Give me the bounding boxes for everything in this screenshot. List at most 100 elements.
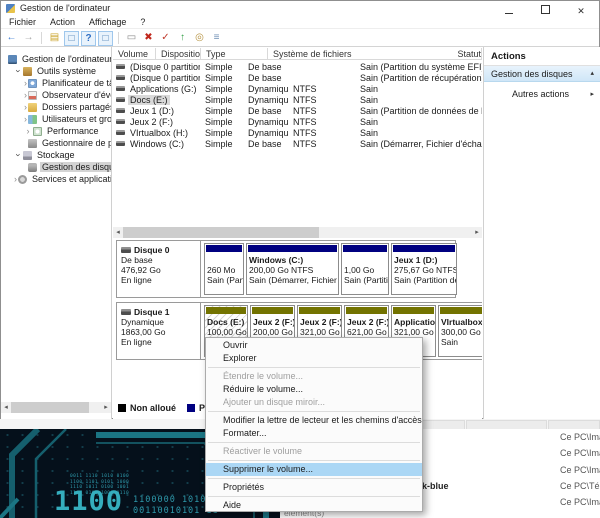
column-header[interactable]: Disposition bbox=[156, 48, 201, 59]
column-header[interactable]: Type bbox=[201, 48, 268, 59]
chevron-icon[interactable] bbox=[24, 78, 27, 88]
sidebar-item[interactable]: Gestionnaire de périphé bbox=[1, 137, 111, 149]
column-header[interactable]: Système de fichiers bbox=[268, 48, 452, 59]
table-row[interactable]: Jeux 1 (D:) Simple De base NTFS Sain (Pa… bbox=[113, 105, 482, 116]
partition[interactable]: 1,00 Go Sain (Partitio bbox=[341, 243, 389, 295]
scrollbar-thumb[interactable] bbox=[11, 402, 89, 413]
partition-status: Sain (Partition de donnée bbox=[392, 275, 456, 285]
toolbar-icon[interactable]: ✖ bbox=[141, 31, 156, 46]
toolbar-icon[interactable]: □ bbox=[98, 31, 113, 46]
sidebar-item-label: Gestion des disques bbox=[40, 162, 112, 172]
explorer-item[interactable]: Ce PC\Imag bbox=[560, 497, 600, 513]
table-row[interactable]: VIrtualbox (H:) Simple Dynamique NTFS Sa… bbox=[113, 127, 482, 138]
toolbar-icon[interactable]: □ bbox=[64, 31, 79, 46]
toolbar-icon[interactable]: ≡ bbox=[209, 31, 224, 46]
sidebar-item-label: Performance bbox=[45, 126, 101, 136]
partition[interactable]: Windows (C:) 200,00 Go NTFS Sain (Démarr… bbox=[246, 243, 339, 295]
volume-status: Sain (Partition de récupération) bbox=[355, 73, 482, 83]
explorer-item[interactable]: Ce PC\Imag bbox=[560, 448, 600, 464]
chevron-icon[interactable] bbox=[24, 90, 27, 100]
actions-group-header[interactable]: Gestion des disques ▴ bbox=[484, 66, 600, 82]
context-menu-item[interactable]: Supprimer le volume... bbox=[206, 463, 422, 476]
toolbar-icon[interactable]: ↑ bbox=[175, 31, 190, 46]
sidebar-item[interactable]: Utilisateurs et groupes l bbox=[1, 113, 111, 125]
toolbar-icon[interactable]: ◎ bbox=[192, 31, 207, 46]
chevron-icon[interactable] bbox=[14, 174, 17, 184]
sidebar-item[interactable]: Stockage bbox=[1, 149, 111, 161]
menu-bar-item[interactable]: Affichage bbox=[89, 17, 126, 27]
context-menu-item[interactable]: Ajouter un disque miroir... bbox=[206, 396, 422, 409]
chevron-icon[interactable] bbox=[24, 102, 27, 112]
context-menu-item[interactable]: Propriétés bbox=[206, 481, 422, 494]
toolbar-icon[interactable]: ▭ bbox=[124, 31, 139, 46]
sidebar-item[interactable]: Outils système bbox=[1, 65, 111, 77]
context-menu-item[interactable]: Explorer bbox=[206, 352, 422, 365]
table-row[interactable]: Docs (E:) Simple Dynamique NTFS Sain bbox=[113, 94, 482, 105]
sidebar-item[interactable]: Dossiers partagés bbox=[1, 101, 111, 113]
maximize-button[interactable] bbox=[527, 1, 563, 16]
sidebar-item[interactable]: Services et applications bbox=[1, 173, 111, 185]
close-button[interactable] bbox=[563, 1, 599, 16]
partition-color-band bbox=[299, 307, 340, 314]
scroll-left-icon[interactable]: ◂ bbox=[1, 402, 11, 413]
context-menu-item[interactable]: Ouvrir bbox=[206, 339, 422, 352]
volume-disposition: Simple bbox=[200, 73, 243, 83]
context-menu-item[interactable]: Modifier la lettre de lecteur et les che… bbox=[206, 414, 422, 427]
table-row[interactable]: Windows (C:) Simple De base NTFS Sain (D… bbox=[113, 138, 482, 149]
partition-color-band bbox=[206, 245, 242, 252]
explorer-item[interactable]: Ce PC\Téléc bbox=[560, 481, 600, 497]
column-header[interactable]: Statut bbox=[452, 48, 482, 59]
chevron-icon[interactable] bbox=[14, 150, 22, 160]
context-menu-item-label: Formater... bbox=[223, 428, 267, 438]
context-menu-item[interactable]: Formater... bbox=[206, 427, 422, 440]
partition-color-band bbox=[393, 245, 455, 252]
tree-item-icon bbox=[28, 103, 37, 112]
toolbar-icon[interactable]: ? bbox=[81, 31, 96, 46]
toolbar-icon[interactable]: ← bbox=[4, 31, 19, 46]
other-actions-item[interactable]: Autres actions ▸ bbox=[484, 88, 600, 101]
sidebar-item[interactable]: Planificateur de tâches bbox=[1, 77, 111, 89]
toolbar-icon[interactable]: ✓ bbox=[158, 31, 173, 46]
tree-horizontal-scrollbar[interactable]: ◂ ▸ bbox=[1, 402, 111, 413]
table-row[interactable]: Jeux 2 (F:) Simple Dynamique NTFS Sain bbox=[113, 116, 482, 127]
partition[interactable]: VIrtualbox ( 300,00 Go NT Sain bbox=[438, 305, 482, 357]
sidebar-item[interactable]: Performance bbox=[1, 125, 111, 137]
explorer-item[interactable]: Ce PC\Imag bbox=[560, 465, 600, 481]
scroll-left-icon[interactable]: ◂ bbox=[113, 227, 123, 238]
menu-bar-item[interactable]: ? bbox=[140, 17, 145, 27]
chevron-icon[interactable] bbox=[14, 66, 22, 76]
context-menu-item[interactable]: Étendre le volume... bbox=[206, 370, 422, 383]
actions-group-label: Gestion des disques bbox=[491, 69, 573, 79]
menu-bar-item[interactable]: Action bbox=[50, 17, 75, 27]
chevron-icon[interactable] bbox=[24, 126, 32, 136]
disk-0-label[interactable]: Disque 0 De base476,92 GoEn ligne bbox=[117, 241, 201, 297]
table-row[interactable]: (Disque 0 partition 4) Simple De base Sa… bbox=[113, 72, 482, 83]
menu-bar-item[interactable]: Fichier bbox=[9, 17, 36, 27]
partition-name: Jeux 2 (F:) bbox=[298, 317, 341, 327]
table-row[interactable]: (Disque 0 partition 1) Simple De base Sa… bbox=[113, 61, 482, 72]
volume-list-horizontal-scrollbar[interactable]: ◂ ▸ bbox=[113, 227, 482, 238]
minimize-button[interactable] bbox=[491, 1, 527, 16]
sidebar-item[interactable]: Gestion des disques bbox=[1, 161, 111, 173]
context-menu-item[interactable]: Réactiver le volume bbox=[206, 445, 422, 458]
scroll-right-icon[interactable]: ▸ bbox=[472, 227, 482, 238]
toolbar-icon[interactable]: → bbox=[21, 31, 36, 46]
volume-filesystem: NTFS bbox=[288, 117, 355, 127]
scroll-right-icon[interactable]: ▸ bbox=[101, 402, 111, 413]
explorer-item[interactable]: Ce PC\Imag bbox=[560, 432, 600, 448]
chevron-icon[interactable] bbox=[24, 114, 27, 124]
sidebar-item[interactable]: Observateur d'événeme bbox=[1, 89, 111, 101]
collapse-icon[interactable]: ▴ bbox=[590, 66, 594, 82]
table-row[interactable]: Applications (G:) Simple Dynamique NTFS … bbox=[113, 83, 482, 94]
disk-1-label[interactable]: Disque 1 Dynamique1863,00 GoEn ligne bbox=[117, 303, 201, 359]
partition-status: Sain (Démarrer, Fichier d bbox=[247, 275, 338, 285]
tree-item-icon bbox=[8, 55, 17, 64]
sidebar-item[interactable]: Gestion de l'ordinateur (local) bbox=[1, 53, 111, 65]
context-menu-item[interactable]: Aide bbox=[206, 499, 422, 512]
partition[interactable]: 260 Mo Sain (Part bbox=[204, 243, 244, 295]
partition[interactable]: Jeux 1 (D:) 275,67 Go NTFS Sain (Partiti… bbox=[391, 243, 457, 295]
column-header[interactable]: Volume bbox=[113, 48, 156, 59]
scrollbar-thumb[interactable] bbox=[123, 227, 319, 238]
toolbar-icon[interactable]: ▤ bbox=[47, 31, 62, 46]
context-menu-item[interactable]: Réduire le volume... bbox=[206, 383, 422, 396]
